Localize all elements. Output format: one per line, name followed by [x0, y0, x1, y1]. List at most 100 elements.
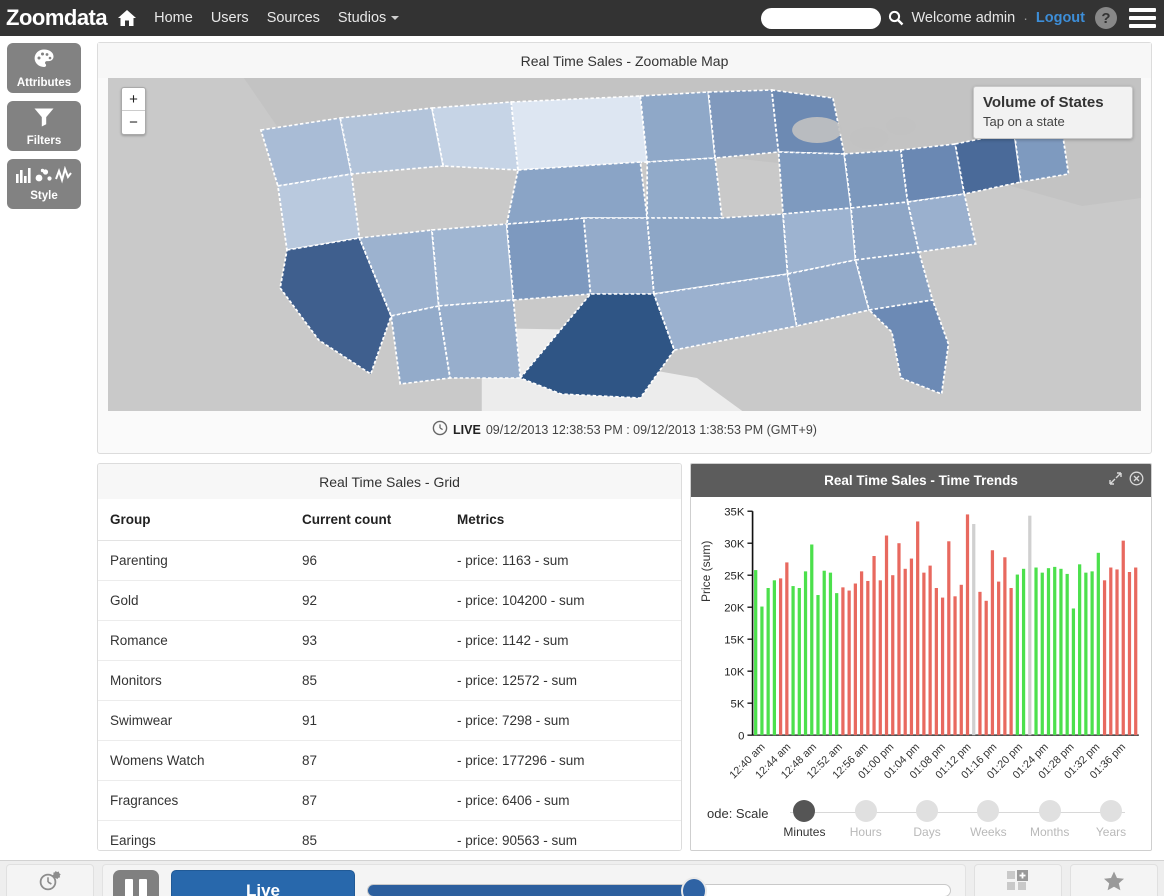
table-body: Parenting 96 - price: 1163 - sum Gold 92… — [98, 540, 681, 850]
cell-metrics: - price: 1142 - sum — [445, 620, 681, 661]
scale-dot-days — [916, 800, 939, 822]
sidebar-item-filters[interactable]: Filters — [7, 101, 81, 151]
app-logo[interactable]: Zoomdata — [0, 5, 117, 31]
table-row[interactable]: Womens Watch 87 - price: 177296 - sum — [98, 740, 681, 781]
time-trends-bar-chart[interactable]: 05K10K15K20K25K30K35K12:40 am12:44 am12:… — [693, 503, 1145, 811]
time-trends-header: Real Time Sales - Time Trends — [691, 464, 1151, 497]
svg-text:10K: 10K — [724, 666, 745, 678]
time-slider-thumb[interactable] — [680, 876, 707, 896]
cell-metrics: - price: 104200 - sum — [445, 580, 681, 621]
search-input[interactable] — [760, 7, 881, 29]
cell-metrics: - price: 177296 - sum — [445, 740, 681, 781]
nav-link-studios[interactable]: Studios — [329, 10, 408, 26]
scale-option-months[interactable]: Months — [1022, 800, 1078, 839]
cell-group: Swimwear — [98, 700, 290, 741]
scale-dot-minutes — [793, 800, 816, 822]
time-slider[interactable] — [367, 870, 951, 896]
time-trends-title: Real Time Sales - Time Trends — [824, 473, 1018, 488]
expand-icon[interactable] — [1108, 471, 1123, 491]
cell-count: 87 — [290, 780, 445, 821]
time-trends-header-icons — [1108, 471, 1144, 491]
cell-count: 92 — [290, 580, 445, 621]
nav-link-home[interactable]: Home — [145, 10, 202, 26]
scale-dot-weeks — [977, 800, 1000, 822]
table-row[interactable]: Romance 93 - price: 1142 - sum — [98, 620, 681, 661]
scale-dot-years — [1100, 800, 1122, 822]
time-slider-fill — [368, 885, 694, 896]
table-row[interactable]: Parenting 96 - price: 1163 - sum — [98, 540, 681, 581]
map-canvas[interactable]: + − Volume of States Tap on a state — [108, 78, 1141, 411]
live-button[interactable]: Live — [171, 869, 355, 896]
home-icon[interactable] — [117, 9, 137, 27]
map-tooltip-title: Volume of States — [983, 94, 1104, 111]
map-tooltip: Volume of States Tap on a state — [973, 86, 1133, 139]
scale-option-hours[interactable]: Hours — [838, 800, 894, 839]
close-icon[interactable] — [1129, 471, 1144, 491]
live-indicator-label: LIVE — [453, 422, 481, 437]
scale-label-years: Years — [1095, 825, 1127, 839]
help-icon[interactable]: ? — [1095, 7, 1117, 29]
table-row[interactable]: Earings 85 - price: 90563 - sum — [98, 820, 681, 850]
chevron-down-icon — [391, 16, 400, 21]
scale-label-minutes: Minutes — [783, 825, 826, 839]
svg-text:20K: 20K — [724, 602, 745, 614]
table-row[interactable]: Swimwear 91 - price: 7298 - sum — [98, 700, 681, 741]
svg-text:15K: 15K — [724, 634, 745, 646]
nav-link-users[interactable]: Users — [202, 10, 258, 26]
cell-count: 91 — [290, 700, 445, 741]
cell-count: 93 — [290, 620, 445, 661]
sidebar-item-filters-label: Filters — [26, 135, 62, 147]
cell-metrics: - price: 90563 - sum — [445, 820, 681, 850]
cell-metrics: - price: 12572 - sum — [445, 660, 681, 701]
add-grid-icon — [1006, 870, 1030, 895]
map-zoom-controls[interactable]: + − — [121, 87, 146, 135]
table-row[interactable]: Fragrances 87 - price: 6406 - sum — [98, 780, 681, 821]
cell-group: Womens Watch — [98, 740, 290, 781]
funnel-icon — [32, 105, 56, 134]
charts-icon — [15, 165, 73, 189]
svg-text:35K: 35K — [724, 506, 745, 518]
cell-count: 85 — [290, 820, 445, 850]
scale-track: Minutes Hours Days Weeks Months Years — [776, 800, 1139, 839]
map-zoom-in-button[interactable]: + — [122, 88, 145, 111]
scale-label-months: Months — [1030, 825, 1070, 839]
sidebar-item-attributes[interactable]: Attributes — [7, 43, 81, 93]
column-header-group[interactable]: Group — [98, 499, 290, 541]
table-row[interactable]: Gold 92 - price: 104200 - sum — [98, 580, 681, 621]
time-control-button[interactable]: Time Control — [6, 863, 94, 896]
column-header-metrics[interactable]: Metrics — [445, 499, 681, 541]
left-tool-rail: Attributes Filters Style — [0, 36, 95, 860]
add-button[interactable]: Add — [974, 863, 1062, 896]
cell-count: 96 — [290, 540, 445, 581]
scale-option-years[interactable]: Years — [1083, 800, 1139, 839]
pause-button[interactable] — [113, 869, 159, 896]
grid-panel: Real Time Sales - Grid Group Current cou… — [97, 463, 682, 851]
logout-link[interactable]: Logout — [1036, 10, 1085, 26]
favorites-button[interactable]: Favorites — [1070, 863, 1158, 896]
map-panel-title: Real Time Sales - Zoomable Map — [98, 43, 1151, 78]
scale-label-days: Days — [913, 825, 941, 839]
scale-option-days[interactable]: Days — [899, 800, 955, 839]
cell-group: Romance — [98, 620, 290, 661]
welcome-message: Welcome admin — [911, 10, 1016, 26]
clock-gear-icon — [37, 869, 63, 896]
column-header-current-count[interactable]: Current count — [290, 499, 445, 541]
cell-count: 87 — [290, 740, 445, 781]
search-icon[interactable] — [888, 10, 904, 26]
cell-group: Earings — [98, 820, 290, 850]
nav-link-sources[interactable]: Sources — [258, 10, 329, 26]
scale-option-minutes[interactable]: Minutes — [776, 800, 832, 839]
top-navigation-right: Welcome admin · Logout ? — [760, 0, 1164, 36]
scale-selector-label: ode: Scale — [707, 806, 769, 821]
map-zoom-out-button[interactable]: − — [122, 111, 145, 134]
time-slider-track[interactable] — [367, 876, 951, 896]
map-panel: Real Time Sales - Zoomable Map + − Volum… — [97, 42, 1152, 454]
hamburger-menu-icon[interactable] — [1129, 8, 1156, 28]
cell-metrics: - price: 1163 - sum — [445, 540, 681, 581]
scale-option-weeks[interactable]: Weeks — [960, 800, 1016, 839]
cell-group: Fragrances — [98, 780, 290, 821]
map-tooltip-subtitle: Tap on a state — [983, 114, 1065, 129]
sidebar-item-style[interactable]: Style — [7, 159, 81, 209]
scale-dot-hours — [854, 800, 877, 822]
table-row[interactable]: Monitors 85 - price: 12572 - sum — [98, 660, 681, 701]
